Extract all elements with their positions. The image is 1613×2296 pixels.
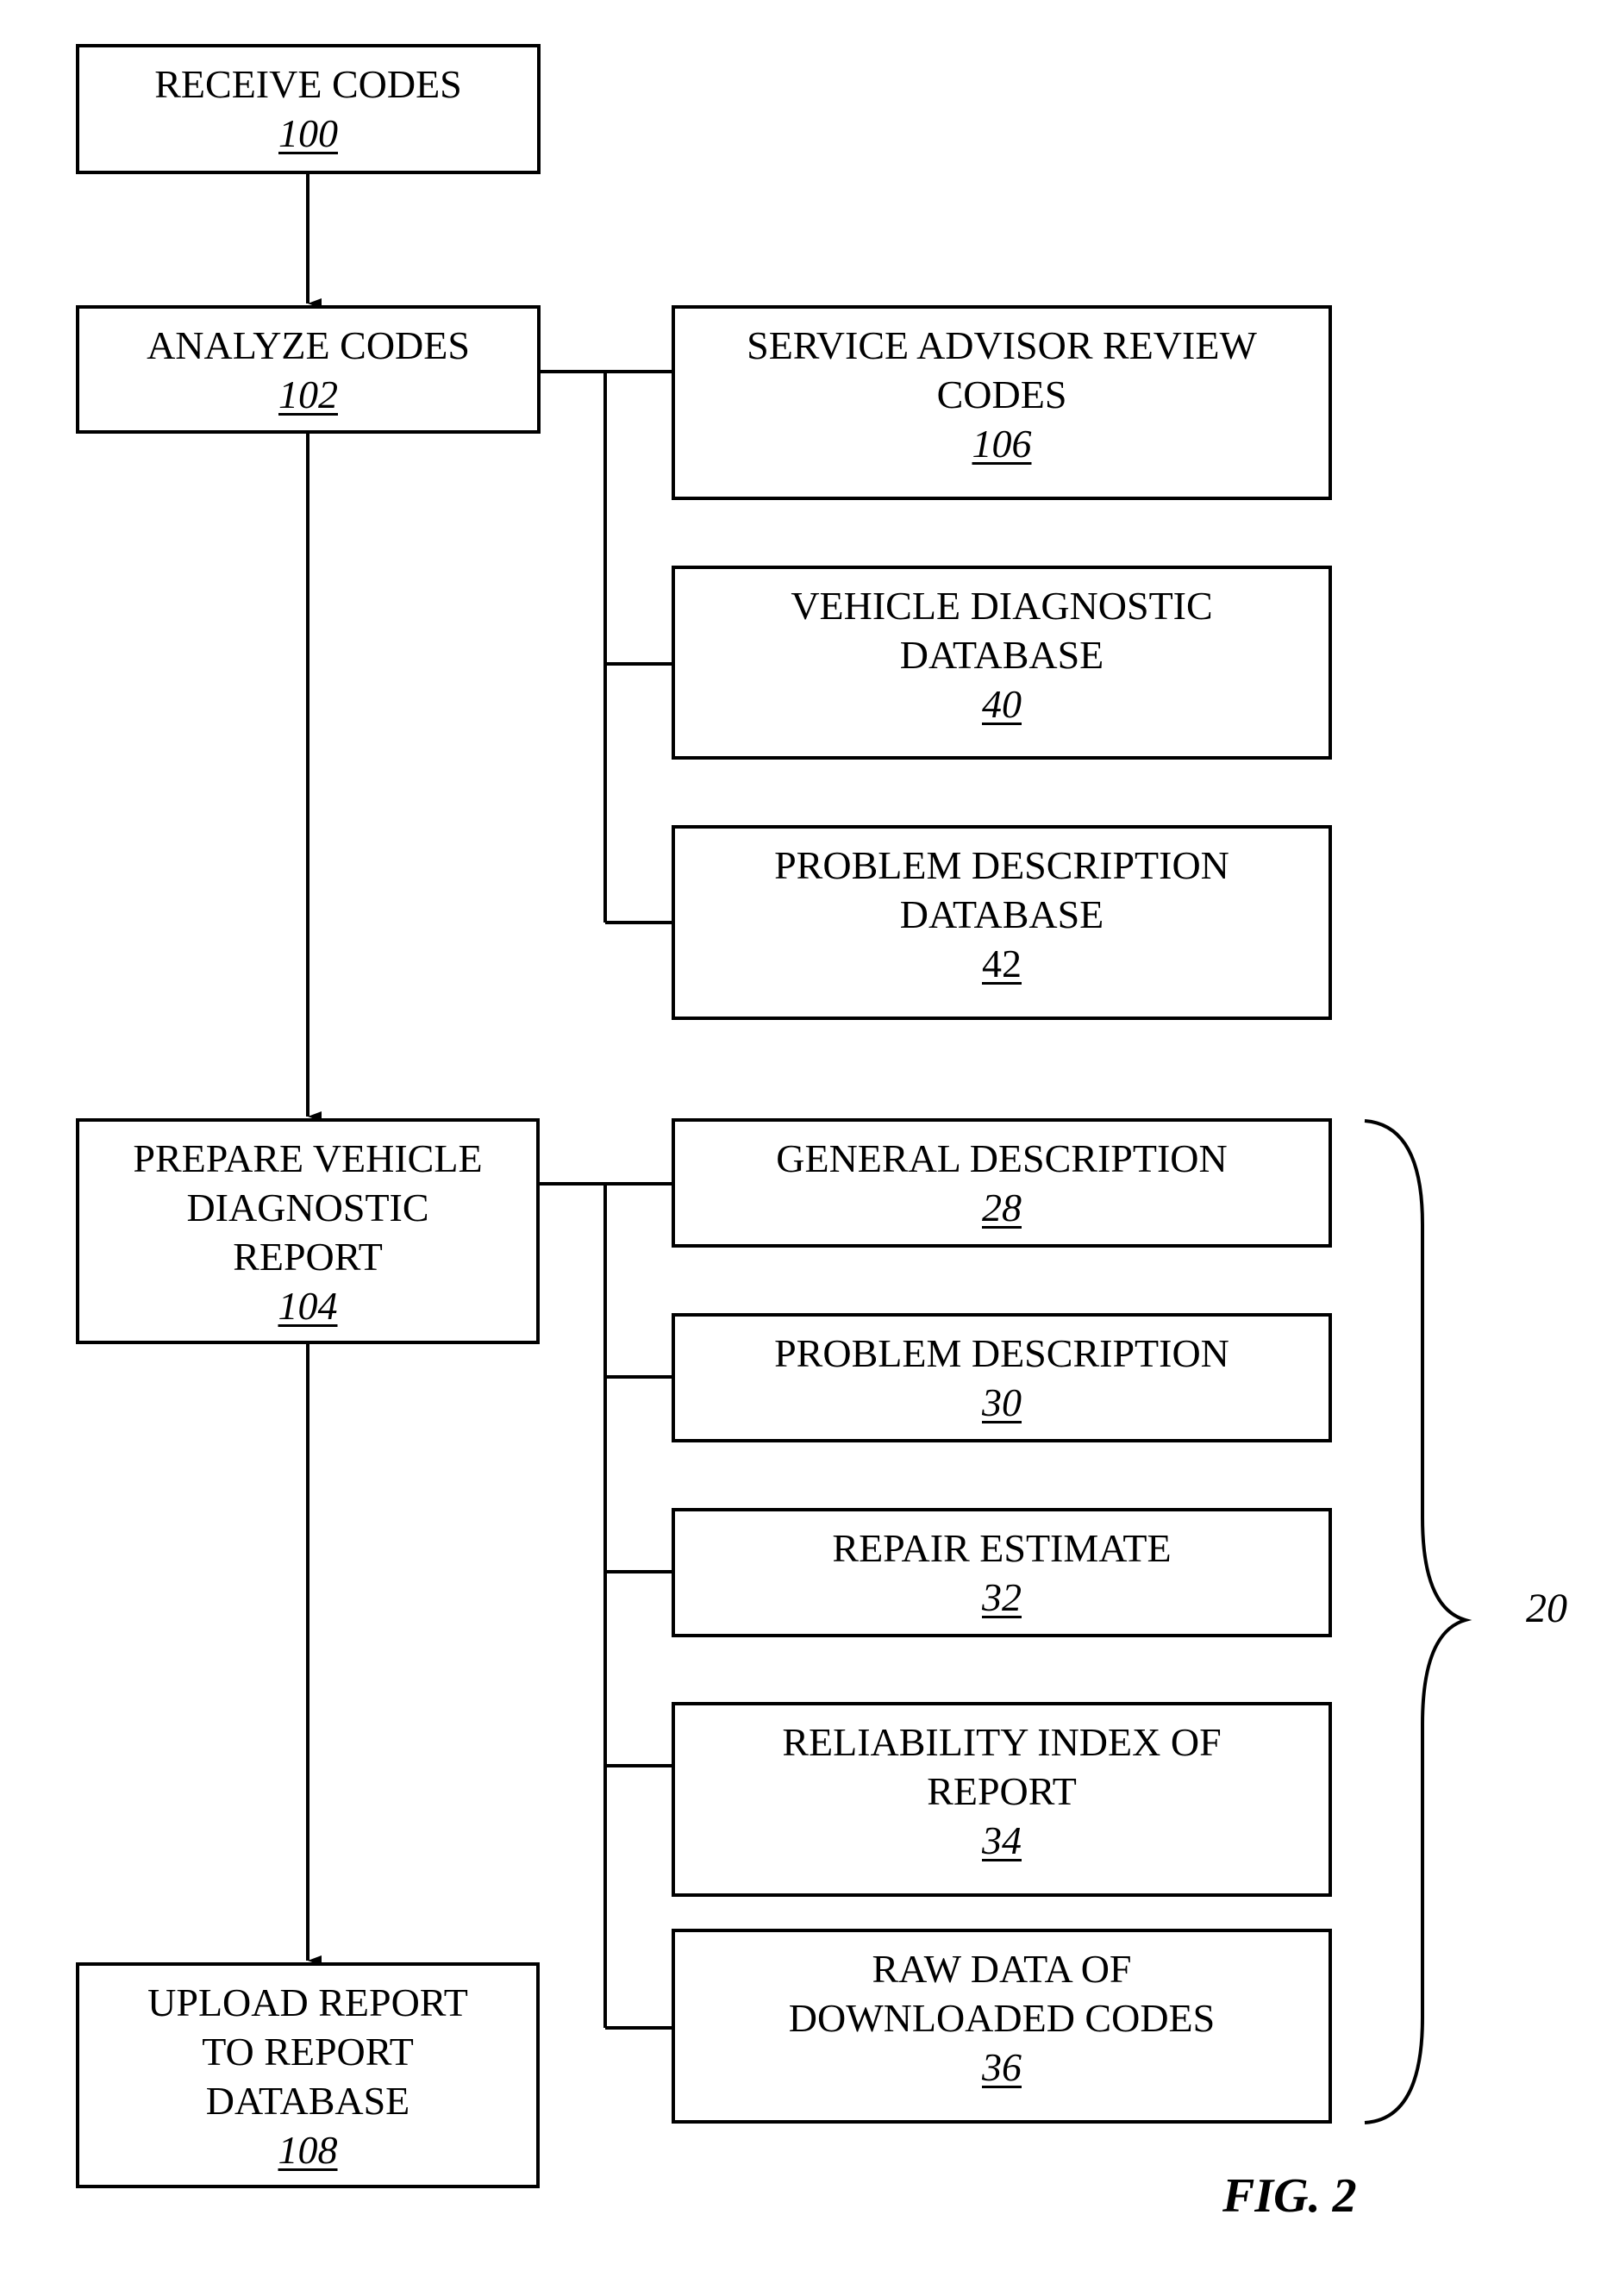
reference-number: 42	[982, 942, 1022, 985]
box-label: PROBLEM DESCRIPTION	[774, 843, 1229, 887]
box-label: REPORT	[233, 1235, 383, 1279]
box-label: SERVICE ADVISOR REVIEW	[747, 323, 1257, 367]
reference-number: 108	[278, 2128, 338, 2172]
box-label: PREPARE VEHICLE	[133, 1136, 483, 1180]
box-label: VEHICLE DIAGNOSTIC	[791, 584, 1213, 628]
problem-description-database-box: PROBLEM DESCRIPTION DATABASE 42	[672, 825, 1332, 1020]
box-label: DIAGNOSTIC	[186, 1186, 429, 1229]
reference-number: 40	[982, 682, 1022, 726]
reference-number: 28	[982, 1186, 1022, 1229]
reference-number: 102	[278, 372, 338, 416]
figure-title: FIG. 2	[1222, 2169, 1357, 2223]
problem-description-box: PROBLEM DESCRIPTION 30	[672, 1313, 1332, 1442]
box-label: RELIABILITY INDEX OF	[782, 1720, 1222, 1764]
box-label: GENERAL DESCRIPTION	[776, 1136, 1228, 1180]
box-label: DATABASE	[899, 633, 1104, 677]
reference-number: 32	[982, 1575, 1022, 1619]
reference-number: 106	[972, 422, 1032, 466]
vehicle-diagnostic-database-box: VEHICLE DIAGNOSTIC DATABASE 40	[672, 566, 1332, 760]
box-label: PROBLEM DESCRIPTION	[774, 1331, 1229, 1375]
box-label: RECEIVE CODES	[154, 62, 462, 106]
box-label: REPORT	[927, 1769, 1077, 1813]
prepare-report-box: PREPARE VEHICLE DIAGNOSTIC REPORT 104	[76, 1118, 540, 1344]
analyze-codes-box: ANALYZE CODES 102	[76, 305, 541, 434]
box-label: DATABASE	[205, 2079, 410, 2123]
raw-data-box: RAW DATA OF DOWNLOADED CODES 36	[672, 1929, 1332, 2124]
box-label: UPLOAD REPORT	[147, 1980, 468, 2024]
box-label: TO REPORT	[202, 2030, 414, 2074]
box-label: DOWNLOADED CODES	[788, 1996, 1216, 2040]
upload-report-box: UPLOAD REPORT TO REPORT DATABASE 108	[76, 1962, 540, 2188]
box-label: RAW DATA OF	[872, 1947, 1132, 1991]
repair-estimate-box: REPAIR ESTIMATE 32	[672, 1508, 1332, 1637]
curly-brace	[1364, 1119, 1472, 2124]
receive-codes-box: RECEIVE CODES 100	[76, 44, 541, 174]
reference-number: 104	[278, 1284, 338, 1328]
service-advisor-box: SERVICE ADVISOR REVIEW CODES 106	[672, 305, 1332, 500]
reliability-index-box: RELIABILITY INDEX OF REPORT 34	[672, 1702, 1332, 1897]
reference-number: 30	[982, 1380, 1022, 1424]
group-reference-label: 20	[1526, 1586, 1567, 1631]
reference-number: 100	[278, 111, 338, 155]
box-label: REPAIR ESTIMATE	[832, 1526, 1172, 1570]
reference-number: 34	[982, 1818, 1022, 1862]
general-description-box: GENERAL DESCRIPTION 28	[672, 1118, 1332, 1248]
box-label: DATABASE	[899, 892, 1104, 936]
box-label: ANALYZE CODES	[147, 323, 470, 367]
reference-number: 36	[982, 2045, 1022, 2089]
box-label: CODES	[936, 372, 1067, 416]
